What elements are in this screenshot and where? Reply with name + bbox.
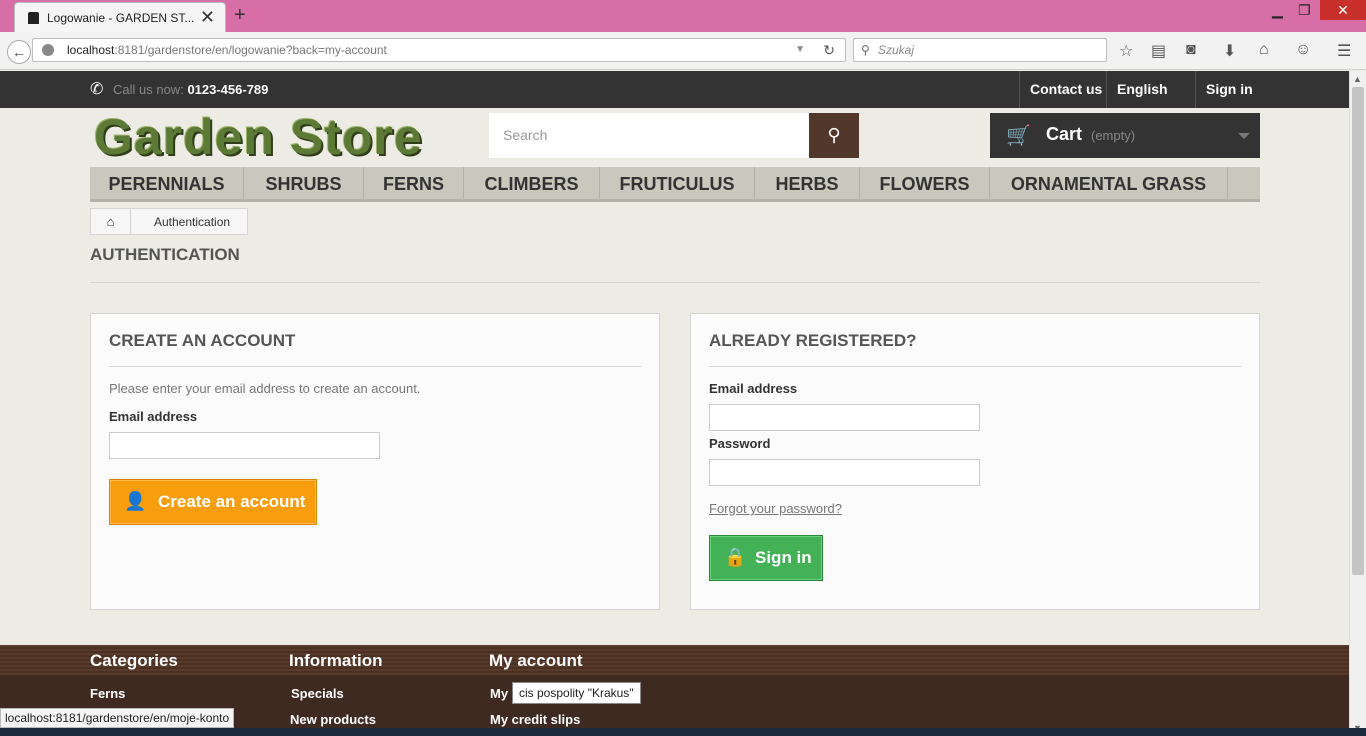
back-icon[interactable]: ← bbox=[7, 40, 31, 64]
contact-us-link[interactable]: Contact us bbox=[1019, 71, 1112, 108]
login-email-label: Email address bbox=[709, 381, 798, 396]
phone-icon: ✆ bbox=[90, 81, 104, 98]
bookmark-star-icon[interactable]: ☆ bbox=[1119, 41, 1133, 61]
pocket-icon[interactable]: ◙ bbox=[1186, 41, 1196, 59]
download-icon[interactable]: ⬇ bbox=[1223, 41, 1236, 61]
cart-label: Cart bbox=[1046, 124, 1083, 144]
search-icon: ⚲ bbox=[861, 43, 870, 57]
cart-status: (empty) bbox=[1091, 128, 1136, 143]
sign-in-button-label: Sign in bbox=[755, 548, 812, 567]
store-logo[interactable]: Garden Store bbox=[94, 108, 423, 166]
shop-top-bar: ✆ Call us now: 0123-456-789 Contact us E… bbox=[0, 71, 1349, 131]
create-account-button-label: Create an account bbox=[158, 492, 306, 511]
search-button[interactable]: ⚲ bbox=[809, 113, 859, 158]
home-icon[interactable]: ⌂ bbox=[1259, 41, 1269, 59]
call-label: Call us now: bbox=[113, 82, 184, 97]
footer-band bbox=[0, 645, 1349, 675]
reload-icon[interactable]: ↻ bbox=[823, 39, 835, 61]
create-account-panel: CREATE AN ACCOUNT Please enter your emai… bbox=[90, 313, 660, 610]
menu-item-ornamental-grass[interactable]: ORNAMENTAL GRASS bbox=[990, 167, 1228, 199]
user-icon: 👤 bbox=[124, 491, 147, 511]
site-info-icon[interactable] bbox=[42, 44, 54, 56]
shop-search-input[interactable]: Search bbox=[489, 113, 809, 158]
breadcrumb: ⌂ Authentication bbox=[90, 208, 248, 235]
footer-link-my-orders[interactable]: My bbox=[490, 686, 508, 701]
create-account-intro: Please enter your email address to creat… bbox=[109, 381, 421, 396]
footer-link-specials[interactable]: Specials bbox=[291, 686, 344, 701]
url-host: localhost bbox=[67, 43, 115, 57]
menu-item-flowers[interactable]: FLOWERS bbox=[860, 167, 990, 199]
close-tab-icon[interactable]: ✕ bbox=[200, 7, 215, 28]
forgot-password-link[interactable]: Forgot your password? bbox=[709, 501, 842, 516]
login-heading: ALREADY REGISTERED? bbox=[709, 331, 917, 350]
status-bar: localhost:8181/gardenstore/en/moje-konto bbox=[0, 708, 235, 728]
sign-in-button[interactable]: 🔒 Sign in bbox=[709, 535, 823, 581]
tab-title: Logowanie - GARDEN ST... bbox=[47, 11, 195, 25]
footer-link-credit-slips[interactable]: My credit slips bbox=[490, 712, 580, 727]
chevron-down-icon bbox=[1238, 133, 1250, 139]
create-email-field[interactable] bbox=[109, 432, 380, 459]
favicon-icon bbox=[28, 12, 39, 24]
menu-item-shrubs[interactable]: SHRUBS bbox=[244, 167, 364, 199]
search-icon: ⚲ bbox=[827, 125, 841, 145]
footer-account-heading: My account bbox=[489, 651, 583, 670]
menu-item-perennials[interactable]: PERENNIALS bbox=[90, 167, 244, 199]
footer-link-new-products[interactable]: New products bbox=[290, 712, 376, 727]
divider bbox=[709, 366, 1241, 367]
language-selector[interactable]: English bbox=[1106, 71, 1196, 131]
menu-item-herbs[interactable]: HERBS bbox=[755, 167, 860, 199]
browser-toolbar: ← localhost:8181/gardenstore/en/logowani… bbox=[0, 32, 1366, 70]
divider bbox=[90, 282, 1260, 283]
divider bbox=[109, 366, 641, 367]
menu-icon[interactable]: ☰ bbox=[1337, 41, 1351, 61]
category-menu: PERENNIALS SHRUBS FERNS CLIMBERS FRUTICU… bbox=[90, 167, 1260, 202]
chat-icon[interactable]: ☺ bbox=[1295, 41, 1311, 59]
address-bar[interactable]: localhost:8181/gardenstore/en/logowanie?… bbox=[32, 38, 846, 62]
language-label: English bbox=[1117, 81, 1168, 97]
breadcrumb-current: Authentication bbox=[154, 215, 231, 229]
browser-search-input[interactable]: ⚲ Szukaj bbox=[853, 38, 1107, 62]
reading-list-icon[interactable]: ▤ bbox=[1151, 41, 1166, 61]
os-taskbar bbox=[0, 728, 1366, 736]
footer-categories-heading: Categories bbox=[90, 651, 178, 670]
footer-information-heading: Information bbox=[289, 651, 383, 670]
url-path: :8181/gardenstore/en/logowanie?back=my-a… bbox=[114, 43, 387, 57]
call-us-text: Call us now: 0123-456-789 bbox=[113, 82, 268, 97]
minimize-icon[interactable]: ▁ bbox=[1272, 2, 1283, 19]
create-email-label: Email address bbox=[109, 409, 198, 424]
create-account-heading: CREATE AN ACCOUNT bbox=[109, 331, 296, 350]
password-field[interactable] bbox=[709, 459, 980, 486]
cart-button[interactable]: 🛒 Cart (empty) bbox=[990, 113, 1260, 158]
shop-search-placeholder: Search bbox=[503, 127, 548, 143]
browser-tab[interactable]: Logowanie - GARDEN ST... ✕ bbox=[14, 2, 226, 32]
tooltip: cis pospolity "Krakus" bbox=[512, 682, 641, 704]
scroll-thumb[interactable] bbox=[1352, 87, 1364, 575]
menu-item-climbers[interactable]: CLIMBERS bbox=[464, 167, 600, 199]
password-label: Password bbox=[709, 436, 771, 451]
browser-search-placeholder: Szukaj bbox=[878, 43, 915, 57]
browser-tab-strip: Logowanie - GARDEN ST... ✕ + ▁ ❐ ✕ bbox=[0, 0, 1366, 32]
history-dropdown-icon[interactable]: ▼ bbox=[795, 39, 805, 61]
sign-in-link[interactable]: Sign in bbox=[1195, 71, 1263, 108]
new-tab-icon[interactable]: + bbox=[234, 4, 246, 27]
scroll-up-icon[interactable]: ▲ bbox=[1353, 74, 1362, 84]
home-icon[interactable]: ⌂ bbox=[91, 209, 131, 234]
login-panel: ALREADY REGISTERED? Email address Passwo… bbox=[690, 313, 1260, 610]
lock-icon: 🔒 bbox=[724, 547, 747, 567]
login-email-field[interactable] bbox=[709, 404, 980, 431]
page-title: AUTHENTICATION bbox=[90, 245, 240, 264]
footer-link-ferns[interactable]: Ferns bbox=[90, 686, 125, 701]
restore-icon[interactable]: ❐ bbox=[1298, 2, 1311, 19]
menu-item-fruticulus[interactable]: FRUTICULUS bbox=[600, 167, 755, 199]
create-account-button[interactable]: 👤 Create an account bbox=[109, 479, 317, 525]
menu-item-ferns[interactable]: FERNS bbox=[364, 167, 464, 199]
page-scrollbar[interactable]: ▲ ▼ bbox=[1349, 71, 1366, 736]
window-close-icon[interactable]: ✕ bbox=[1320, 0, 1366, 20]
cart-icon: 🛒 bbox=[1006, 125, 1031, 147]
phone-number: 0123-456-789 bbox=[187, 82, 269, 97]
